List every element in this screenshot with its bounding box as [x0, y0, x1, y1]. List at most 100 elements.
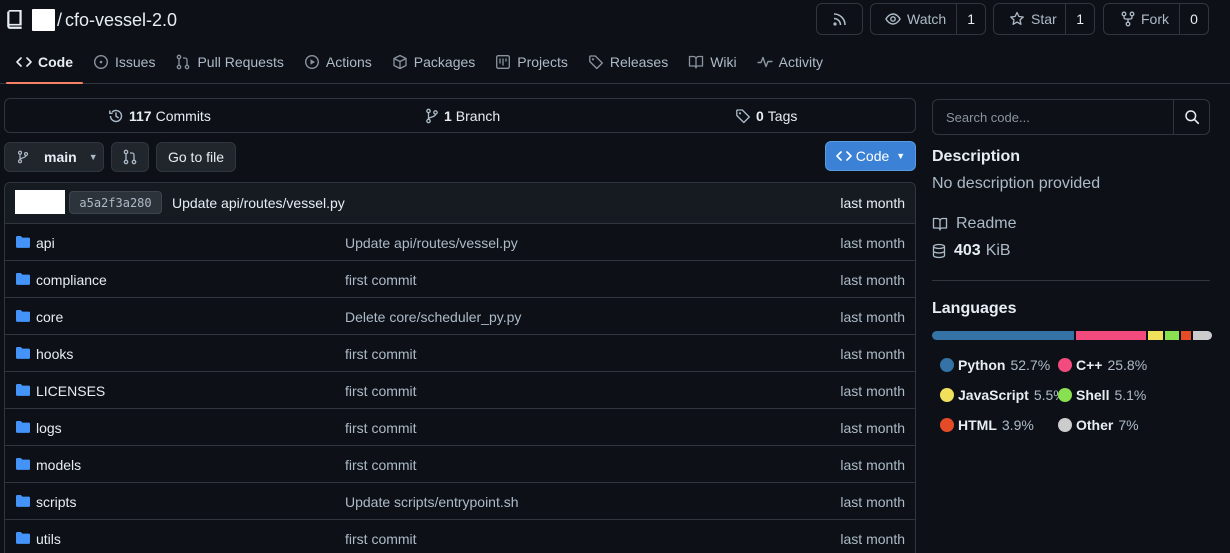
language-bar-segment: [1164, 331, 1179, 340]
file-name[interactable]: scripts: [36, 494, 76, 510]
repo-name[interactable]: cfo-vessel-2.0: [65, 10, 177, 31]
search-button[interactable]: [1173, 100, 1209, 134]
rss-icon: [832, 11, 848, 27]
file-name[interactable]: utils: [36, 531, 61, 547]
compare-branches-button[interactable]: [111, 142, 149, 172]
file-commit-message[interactable]: Update scripts/entrypoint.sh: [345, 494, 519, 510]
tab-releases[interactable]: Releases: [578, 42, 678, 82]
code-dropdown-button[interactable]: Code ▼: [825, 141, 916, 171]
language-item[interactable]: Other 7%: [1058, 417, 1139, 433]
file-row[interactable]: core Delete core/scheduler_py.py last mont…: [5, 298, 915, 335]
branches-link[interactable]: 1 Branch: [425, 99, 500, 132]
language-item[interactable]: JavaScript 5.5%: [940, 387, 1066, 403]
tab-label: Releases: [609, 54, 669, 70]
pull-request-icon: [175, 54, 197, 70]
author-avatar-redacted[interactable]: [15, 190, 65, 214]
language-item[interactable]: HTML 3.9%: [940, 417, 1034, 433]
tab-projects[interactable]: Projects: [485, 42, 578, 82]
file-commit-time: last month: [840, 531, 905, 547]
project-icon: [495, 54, 517, 70]
go-to-file-button[interactable]: Go to file: [156, 142, 236, 172]
repo-tabs: Code Issues Pull Requests Actions Packag…: [6, 42, 833, 84]
branch-selector[interactable]: main ▼: [4, 142, 104, 172]
language-bar-segment: [1180, 331, 1192, 340]
language-percent: 5.1%: [1114, 387, 1147, 403]
tab-code[interactable]: Code: [6, 42, 83, 84]
owner-avatar-redacted[interactable]: [32, 9, 55, 31]
star-label: Star: [1031, 11, 1057, 27]
file-commit-time: last month: [840, 494, 905, 510]
language-item[interactable]: C++ 25.8%: [1058, 357, 1147, 373]
file-commit-message[interactable]: first commit: [345, 531, 417, 547]
language-item[interactable]: Python 52.7%: [940, 357, 1050, 373]
folder-icon: [15, 308, 31, 324]
chevron-down-icon: ▼: [88, 152, 98, 162]
folder-icon: [15, 382, 31, 398]
folder-icon: [15, 345, 31, 361]
language-percent: 52.7%: [1010, 357, 1051, 373]
file-commit-message[interactable]: first commit: [345, 383, 417, 399]
file-commit-time: last month: [840, 346, 905, 362]
file-name[interactable]: LICENSES: [36, 383, 105, 399]
language-item[interactable]: Shell 5.1%: [1058, 387, 1146, 403]
file-row[interactable]: scripts Update scripts/entrypoint.sh last …: [5, 483, 915, 520]
commit-sha-badge[interactable]: a5a2f3a280: [69, 191, 162, 214]
file-row[interactable]: compliance first commit last month: [5, 261, 915, 298]
search-input[interactable]: Search code...: [946, 110, 1030, 125]
tab-activity[interactable]: Activity: [747, 42, 833, 82]
tags-link[interactable]: 0 Tags: [735, 99, 797, 132]
star-button[interactable]: Star 1: [993, 3, 1095, 35]
file-table: a5a2f3a280 Update api/routes/vessel.py l…: [4, 182, 916, 553]
languages-heading: Languages: [932, 300, 1017, 317]
file-row[interactable]: logs first commit last month: [5, 409, 915, 446]
language-percent: 25.8%: [1107, 357, 1148, 373]
search-code-box[interactable]: Search code...: [932, 99, 1210, 135]
tab-issues[interactable]: Issues: [83, 42, 165, 82]
file-row[interactable]: LICENSES first commit last month: [5, 372, 915, 409]
file-commit-message[interactable]: first commit: [345, 272, 417, 288]
file-name[interactable]: models: [36, 457, 81, 473]
latest-commit-message[interactable]: Update api/routes/vessel.py: [172, 195, 345, 211]
file-commit-message[interactable]: Update api/routes/vessel.py: [345, 235, 518, 251]
description-heading: Description: [932, 148, 1021, 165]
file-commit-time: last month: [840, 457, 905, 473]
tab-label: Projects: [517, 54, 568, 70]
language-bar-segment: [932, 331, 1075, 340]
file-name[interactable]: hooks: [36, 346, 73, 362]
language-percent: 3.9%: [1001, 417, 1034, 433]
file-commit-message[interactable]: first commit: [345, 420, 417, 436]
fork-count[interactable]: 0: [1179, 4, 1208, 34]
tab-label: Actions: [325, 54, 372, 70]
language-name: HTML: [958, 417, 997, 433]
rss-button[interactable]: [816, 3, 863, 35]
sidebar-divider: [932, 280, 1210, 281]
tab-packages[interactable]: Packages: [382, 42, 485, 82]
watch-button[interactable]: Watch 1: [870, 3, 986, 35]
tab-pull-requests[interactable]: Pull Requests: [165, 42, 293, 82]
file-commit-message[interactable]: first commit: [345, 346, 417, 362]
readme-link[interactable]: Readme: [932, 215, 1016, 233]
file-commit-message[interactable]: Delete core/scheduler_py.py: [345, 309, 521, 325]
tab-actions[interactable]: Actions: [294, 42, 382, 82]
file-row[interactable]: models first commit last month: [5, 446, 915, 483]
book-icon: [932, 216, 956, 232]
tab-wiki[interactable]: Wiki: [678, 42, 746, 82]
commits-link[interactable]: 117 Commits: [108, 99, 211, 132]
watch-label: Watch: [907, 11, 947, 27]
history-icon: [108, 108, 129, 124]
file-commit-time: last month: [840, 235, 905, 251]
fork-button[interactable]: Fork 0: [1103, 3, 1209, 35]
watch-count[interactable]: 1: [956, 4, 985, 34]
file-name[interactable]: core: [36, 309, 63, 325]
file-commit-message[interactable]: first commit: [345, 457, 417, 473]
file-name[interactable]: compliance: [36, 272, 107, 288]
file-row[interactable]: api Update api/routes/vessel.py last month: [5, 224, 915, 261]
folder-icon: [15, 456, 31, 472]
issue-icon: [93, 54, 115, 70]
star-count[interactable]: 1: [1065, 4, 1094, 34]
branch-icon: [17, 149, 29, 165]
file-name[interactable]: logs: [36, 420, 62, 436]
file-row[interactable]: hooks first commit last month: [5, 335, 915, 372]
file-name[interactable]: api: [36, 235, 55, 251]
file-row[interactable]: utils first commit last month: [5, 520, 915, 553]
